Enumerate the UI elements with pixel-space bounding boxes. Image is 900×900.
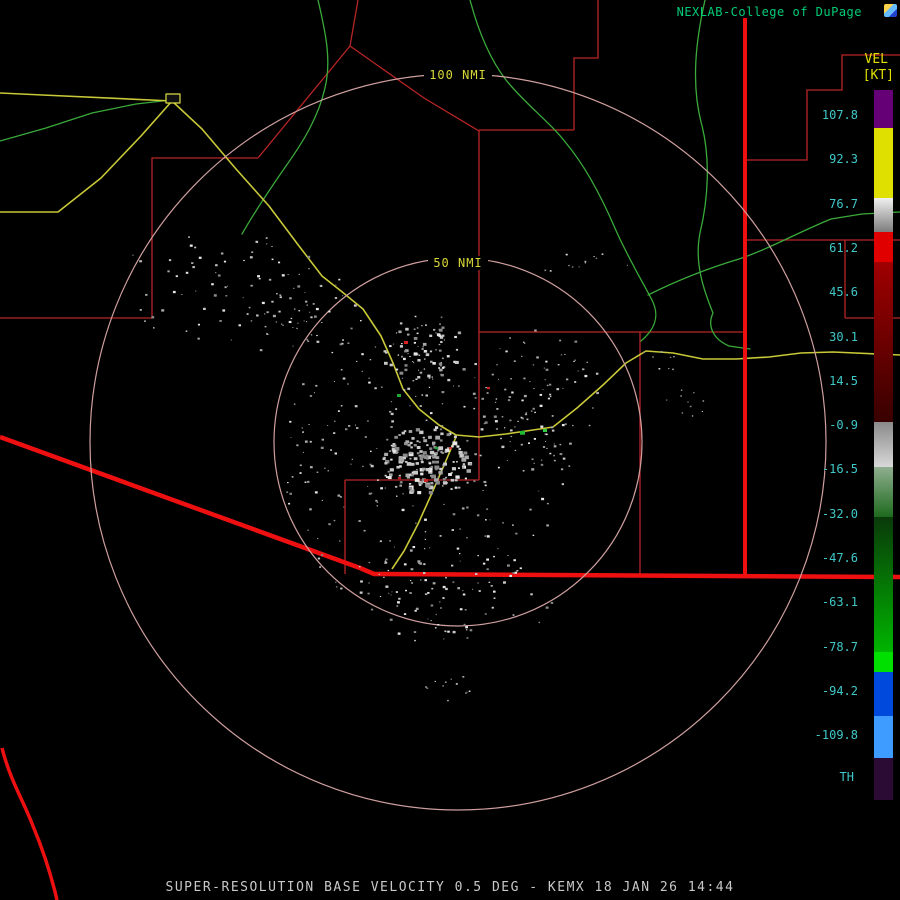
colorbar-segment bbox=[874, 232, 893, 262]
colorbar-segment bbox=[874, 467, 893, 517]
colorbar-title: VEL bbox=[864, 52, 888, 67]
highways bbox=[0, 92, 900, 570]
highway-junction-marker bbox=[165, 93, 181, 104]
colorbar-units: [KT] bbox=[862, 68, 894, 83]
rivers bbox=[0, 0, 900, 350]
colorbar-segment bbox=[874, 128, 893, 198]
colorbar-segment bbox=[874, 198, 893, 232]
colorbar-segment bbox=[874, 517, 893, 652]
colorbar-segment bbox=[874, 758, 893, 800]
radar-viewer: 100 NMI 50 NMI NEXLAB-College of DuPage … bbox=[0, 0, 900, 900]
ring-label-100nmi: 100 NMI bbox=[429, 68, 487, 82]
border-road-southwest bbox=[0, 747, 59, 900]
brand-text: NEXLAB-College of DuPage bbox=[676, 5, 862, 19]
colorbar-segment bbox=[874, 90, 893, 128]
colorbar-segment bbox=[874, 652, 893, 672]
international-border bbox=[0, 434, 900, 580]
colorbar-segment bbox=[874, 262, 893, 422]
ring-label-50nmi: 50 NMI bbox=[433, 256, 482, 270]
colorbar-segment bbox=[874, 422, 893, 467]
range-ring-50nmi bbox=[273, 257, 643, 627]
product-status-text: SUPER-RESOLUTION BASE VELOCITY 0.5 DEG -… bbox=[165, 880, 735, 895]
colorbar-segment bbox=[874, 672, 893, 716]
range-ring-100nmi bbox=[89, 73, 827, 811]
colorbar-strip bbox=[874, 90, 893, 800]
map-canvas: 100 NMI 50 NMI bbox=[0, 0, 900, 900]
site-icon bbox=[884, 4, 897, 17]
colorbar-segment bbox=[874, 716, 893, 758]
velocity-returns bbox=[132, 236, 705, 702]
ring-labels: 100 NMI 50 NMI bbox=[424, 68, 492, 270]
colorbar-threshold-label: TH bbox=[839, 770, 854, 784]
